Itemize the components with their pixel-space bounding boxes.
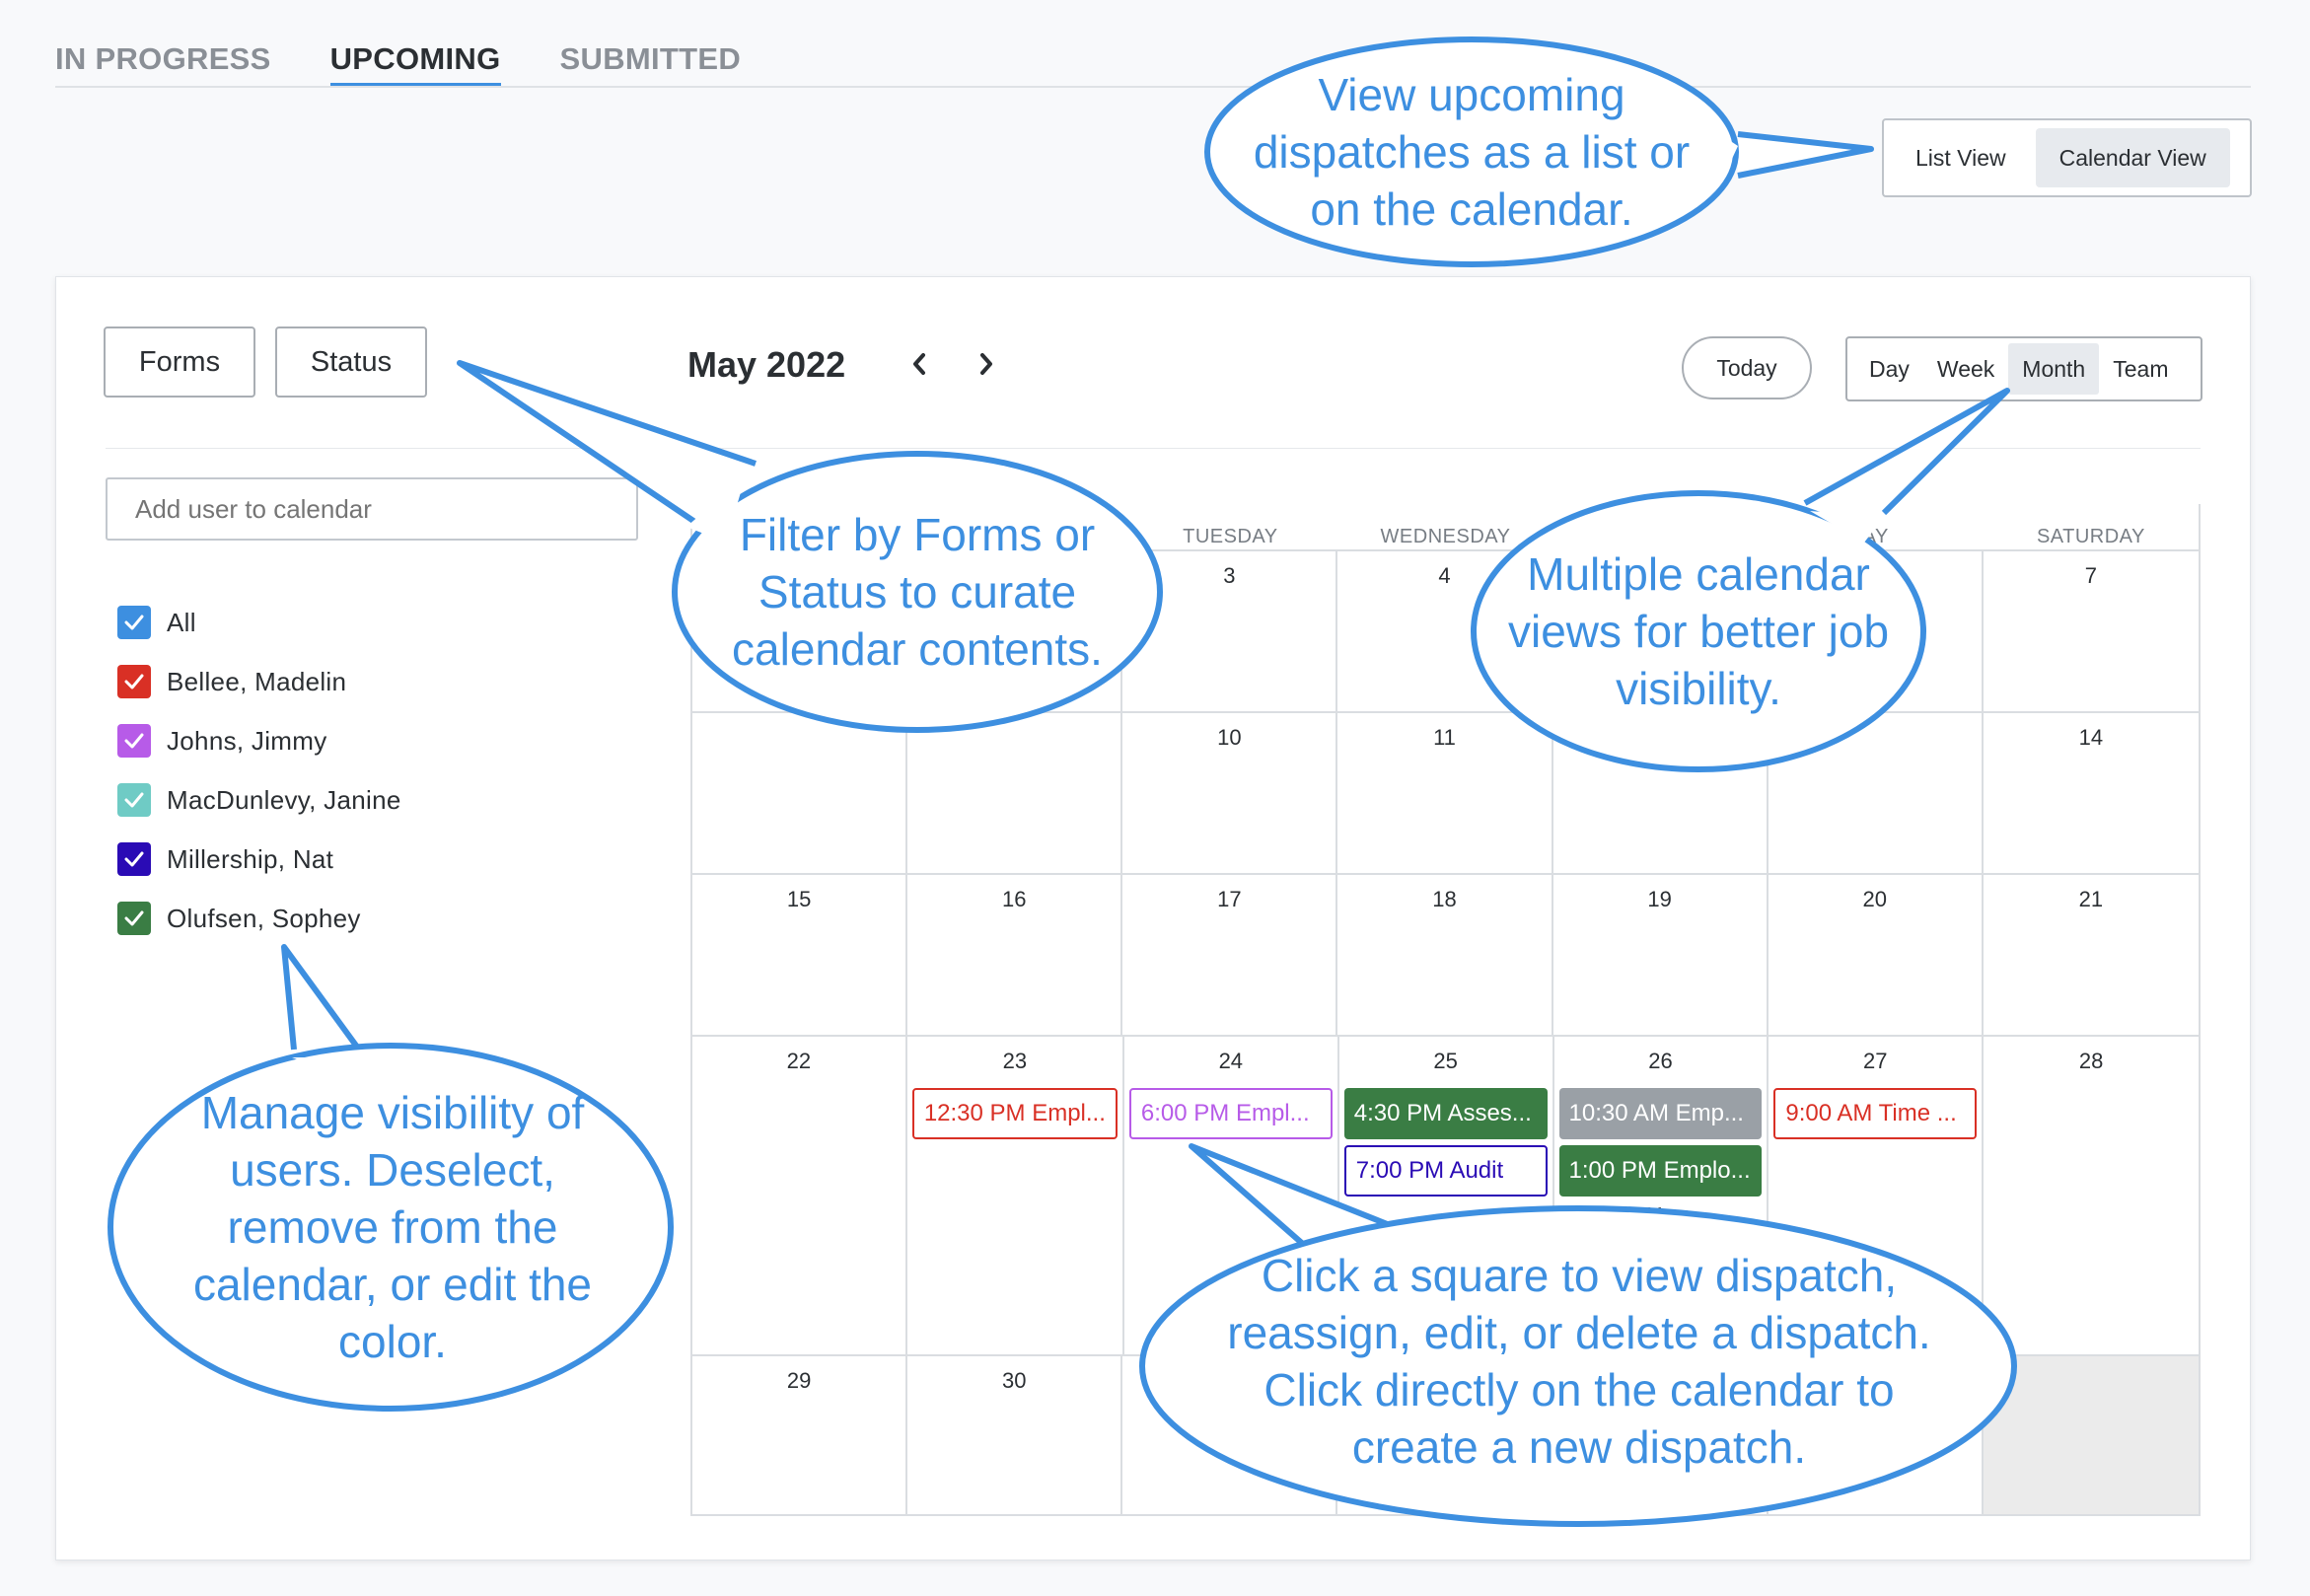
day-number: 14 [2078,725,2104,750]
checkbox-icon[interactable] [117,783,151,817]
dispatch-event[interactable]: 6:00 PM Empl... [1128,1088,1333,1139]
user-label: Millership, Nat [167,843,334,874]
day-number: 27 [1863,1049,1888,1073]
user-list: All Bellee, Madelin Johns, Jimmy MacDunl… [117,593,401,948]
user-label: Olufsen, Sophey [167,903,361,933]
day-number: 28 [2078,1049,2104,1073]
day-cell[interactable]: 30 [907,1356,1123,1514]
day-cell[interactable]: 14 [1984,713,2199,873]
user-label: Johns, Jimmy [167,725,327,756]
callout-calendar-views: Multiple calendar views for better job v… [1470,385,2012,779]
callout-text: Filter by Forms or Status to curate cale… [732,509,1103,675]
view-toggle: List View Calendar View [1882,118,2252,197]
callout-users: Manage visibility of users. Deselect, re… [107,941,679,1415]
tab-divider [55,86,2251,88]
day-number: 22 [786,1049,812,1073]
day-cell[interactable]: 23 12:30 PM Empl... [907,1037,1124,1354]
calendar-view-button[interactable]: Calendar View [2035,128,2230,187]
list-view-button[interactable]: List View [1892,128,2030,187]
day-cell[interactable]: 20 [1769,875,1984,1035]
day-number: 16 [1001,887,1027,911]
callout-text: Manage visibility of users. Deselect, re… [192,1087,593,1367]
user-item-bellee[interactable]: Bellee, Madelin [117,652,401,711]
checkbox-icon[interactable] [117,842,151,876]
callout-view-toggle: View upcoming dispatches as a list or on… [1204,36,1886,268]
callout-filter: Filter by Forms or Status to curate cale… [457,355,1170,740]
dispatch-event[interactable]: 9:00 AM Time ... [1773,1088,1978,1139]
day-number: 7 [2084,563,2098,588]
range-team-button[interactable]: Team [2099,343,2182,395]
user-item-millership[interactable]: Millership, Nat [117,830,401,889]
day-cell[interactable]: 19 [1553,875,1769,1035]
day-number: 29 [786,1368,812,1393]
user-item-macdunlevy[interactable]: MacDunlevy, Janine [117,770,401,830]
day-number: 15 [786,887,812,911]
day-number: 24 [1218,1049,1244,1073]
forms-filter-button[interactable]: Forms [104,326,255,398]
checkbox-icon[interactable] [117,902,151,935]
status-filter-button[interactable]: Status [275,326,427,398]
day-cell[interactable]: 17 [1122,875,1338,1035]
day-cell[interactable]: 15 [692,875,908,1035]
user-item-olufsen[interactable]: Olufsen, Sophey [117,889,401,948]
tab-upcoming[interactable]: UPCOMING [329,30,501,88]
day-number: 19 [1647,887,1672,911]
user-item-all[interactable]: All [117,593,401,652]
dispatch-event[interactable]: 10:30 AM Emp... [1558,1088,1763,1139]
day-number: 26 [1648,1049,1673,1073]
checkbox-icon[interactable] [117,665,151,698]
day-cell[interactable]: 7 [1984,551,2199,711]
range-month-button[interactable]: Month [2008,343,2100,395]
callout-text: Multiple calendar views for better job v… [1507,548,1890,714]
dispatch-event[interactable]: 12:30 PM Empl... [911,1088,1118,1139]
day-cell[interactable]: 18 [1337,875,1553,1035]
status-tabs: IN PROGRESS UPCOMING SUBMITTED [55,30,742,88]
callout-text: View upcoming dispatches as a list or on… [1253,69,1691,235]
user-label: MacDunlevy, Janine [167,784,401,815]
day-number: 18 [1432,887,1457,911]
user-label: All [167,607,196,637]
day-cell[interactable]: 22 [692,1037,907,1354]
checkbox-icon[interactable] [117,606,151,639]
calendar-week: 15 16 17 18 19 20 21 [692,875,2199,1037]
day-number: 30 [1001,1368,1027,1393]
day-number: 23 [1002,1049,1028,1073]
user-label: Bellee, Madelin [167,666,347,696]
day-number: 17 [1217,887,1242,911]
weekday-label: SATURDAY [2036,526,2145,547]
tab-in-progress[interactable]: IN PROGRESS [55,30,271,85]
callout-dispatch: Click a square to view dispatch, reassig… [1138,1143,2020,1529]
day-number: 25 [1433,1049,1458,1073]
user-item-johns[interactable]: Johns, Jimmy [117,711,401,770]
dispatch-event[interactable]: 4:30 PM Asses... [1343,1088,1548,1139]
checkbox-icon[interactable] [117,724,151,758]
day-cell[interactable]: 29 [692,1356,908,1514]
callout-text: Click a square to view dispatch, reassig… [1227,1250,1931,1473]
tab-submitted[interactable]: SUBMITTED [560,30,742,85]
day-cell[interactable]: 21 [1984,875,2199,1035]
day-number: 21 [2078,887,2104,911]
day-cell[interactable]: 16 [907,875,1123,1035]
day-number: 20 [1862,887,1888,911]
